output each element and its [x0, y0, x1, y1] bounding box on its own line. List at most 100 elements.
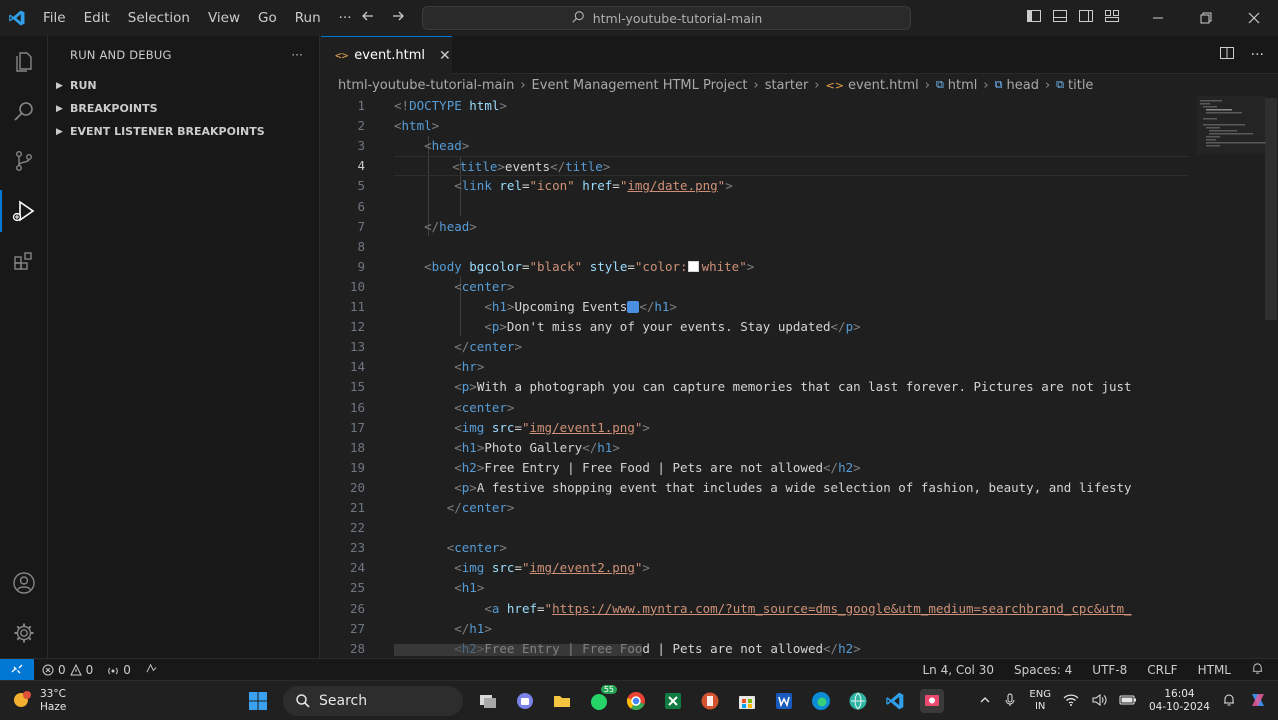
menu-view[interactable]: View — [199, 0, 249, 36]
code-line[interactable]: <a href="https://www.myntra.com/?utm_sou… — [394, 599, 1131, 619]
code-line[interactable]: <center> — [394, 398, 514, 418]
line-number[interactable]: 1 — [325, 96, 365, 116]
line-number[interactable]: 2 — [325, 116, 365, 136]
menu-go[interactable]: Go — [249, 0, 286, 36]
code-line[interactable]: </h1> — [394, 619, 492, 639]
edge-icon[interactable] — [809, 689, 833, 713]
code-line[interactable]: <p>A festive shopping event that include… — [394, 478, 1131, 498]
live-share-icon[interactable] — [145, 662, 158, 678]
go-back-icon[interactable] — [360, 8, 376, 28]
breadcrumb-html[interactable]: html — [948, 78, 978, 93]
command-center[interactable]: html-youtube-tutorial-main — [422, 6, 911, 30]
line-number[interactable]: 5 — [325, 176, 365, 196]
windows-start-icon[interactable] — [246, 689, 270, 713]
code-line[interactable]: <center> — [394, 538, 507, 558]
indentation[interactable]: Spaces: 4 — [1014, 663, 1072, 677]
restore-icon[interactable] — [1182, 0, 1230, 36]
line-number[interactable]: 10 — [325, 277, 365, 297]
line-number[interactable]: 18 — [325, 438, 365, 458]
extensions-icon[interactable] — [0, 236, 48, 286]
line-number[interactable]: 23 — [325, 538, 365, 558]
breadcrumb-file[interactable]: event.html — [848, 78, 919, 93]
code-line[interactable]: </center> — [394, 498, 515, 518]
toggle-primary-sidebar-icon[interactable] — [1026, 8, 1042, 28]
remote-indicator-icon[interactable] — [0, 659, 34, 681]
ports-indicator[interactable]: 0 — [107, 663, 131, 677]
code-line[interactable]: <body bgcolor="black" style="color: white… — [394, 257, 754, 277]
source-control-icon[interactable] — [0, 136, 48, 186]
end-of-line[interactable]: CRLF — [1147, 663, 1177, 677]
volume-icon[interactable] — [1091, 693, 1107, 710]
toggle-secondary-sidebar-icon[interactable] — [1078, 8, 1094, 28]
code-line[interactable]: <p>With a photograph you can capture mem… — [394, 377, 1131, 397]
manage-gear-icon[interactable] — [0, 608, 48, 658]
menu-run[interactable]: Run — [286, 0, 330, 36]
horizontal-scrollbar[interactable] — [394, 644, 642, 656]
line-number[interactable]: 11 — [325, 297, 365, 317]
close-window-icon[interactable] — [1230, 0, 1278, 36]
line-number[interactable]: 3 — [325, 136, 365, 156]
line-number[interactable]: 21 — [325, 498, 365, 518]
code-line[interactable]: <hr> — [394, 357, 484, 377]
accounts-icon[interactable] — [0, 558, 48, 608]
line-number[interactable]: 4 — [325, 156, 365, 176]
line-number[interactable]: 17 — [325, 418, 365, 438]
breadcrumb-head[interactable]: head — [1006, 78, 1038, 93]
code-line[interactable]: <title>events</title> — [394, 156, 1189, 177]
microphone-icon[interactable] — [1003, 693, 1017, 710]
menu-edit[interactable]: Edit — [75, 0, 119, 36]
chrome-icon[interactable] — [624, 689, 648, 713]
line-number[interactable]: 28 — [325, 639, 365, 658]
more-actions-icon[interactable]: ··· — [1251, 47, 1264, 63]
line-number[interactable]: 14 — [325, 357, 365, 377]
code-line[interactable]: <img src="img/event1.png"> — [394, 418, 650, 438]
breadcrumb-folder[interactable]: html-youtube-tutorial-main — [338, 78, 514, 93]
powerpoint-icon[interactable] — [698, 689, 722, 713]
breadcrumb-project[interactable]: Event Management HTML Project — [532, 78, 748, 93]
line-number[interactable]: 19 — [325, 458, 365, 478]
browser-app-icon[interactable] — [846, 689, 870, 713]
line-number[interactable]: 8 — [325, 237, 365, 257]
notification-bell-icon[interactable] — [1222, 693, 1236, 710]
code-line[interactable]: <h1>Upcoming Events </h1> — [394, 297, 677, 317]
section-event-listener-breakpoints[interactable]: ▶ EVENT LISTENER BREAKPOINTS — [48, 120, 319, 143]
word-icon[interactable] — [772, 689, 796, 713]
code-editor[interactable]: 1 2 3 4 5 6 7 8 9 10 11 12 13 14 15 16 17 18 19 20 21 22 23 24 2… — [321, 96, 1278, 658]
run-and-debug-icon[interactable] — [0, 186, 48, 236]
code-line[interactable]: <head> — [394, 136, 469, 156]
weather-widget[interactable]: 33°C Haze — [10, 685, 66, 717]
menu-more[interactable]: ··· — [330, 0, 361, 36]
vertical-scrollbar[interactable] — [1265, 98, 1277, 320]
code-line[interactable]: <img src="img/event2.png"> — [394, 558, 650, 578]
code-lines[interactable]: <!DOCTYPE html> <html> <head> <title>even… — [394, 96, 1191, 658]
line-number[interactable]: 16 — [325, 398, 365, 418]
excel-icon[interactable] — [661, 689, 685, 713]
customize-layout-icon[interactable] — [1104, 8, 1120, 28]
battery-icon[interactable] — [1119, 694, 1137, 709]
notifications-bell-icon[interactable] — [1251, 662, 1264, 678]
views-more-actions-button[interactable]: ··· — [291, 48, 303, 62]
line-number[interactable]: 24 — [325, 558, 365, 578]
minimize-icon[interactable] — [1134, 0, 1182, 36]
copilot-icon[interactable] — [1248, 690, 1268, 713]
line-number[interactable]: 27 — [325, 619, 365, 639]
line-number[interactable]: 22 — [325, 518, 365, 538]
code-line[interactable]: <link rel="icon" href="img/date.png"> — [394, 176, 733, 196]
clock[interactable]: 16:04 04-10-2024 — [1149, 688, 1210, 714]
minimap[interactable] — [1192, 96, 1266, 658]
vscode-taskbar-icon[interactable] — [883, 689, 907, 713]
line-number[interactable]: 26 — [325, 599, 365, 619]
file-explorer-icon[interactable] — [550, 689, 574, 713]
line-number[interactable]: 12 — [325, 317, 365, 337]
line-number[interactable]: 9 — [325, 257, 365, 277]
problems-indicator[interactable]: 0 0 — [42, 663, 93, 677]
show-hidden-icons-icon[interactable] — [979, 694, 991, 709]
input-language[interactable]: ENG IN — [1029, 689, 1051, 713]
section-breakpoints[interactable]: ▶ BREAKPOINTS — [48, 97, 319, 120]
code-line[interactable]: <h1> — [394, 578, 484, 598]
code-line[interactable]: <html> — [394, 116, 439, 136]
whatsapp-icon[interactable]: 55 — [587, 685, 617, 713]
code-line[interactable]: <h2>Free Entry | Free Food | Pets are no… — [394, 458, 860, 478]
taskbar-search[interactable]: Search — [283, 686, 463, 716]
cursor-position[interactable]: Ln 4, Col 30 — [922, 663, 994, 677]
